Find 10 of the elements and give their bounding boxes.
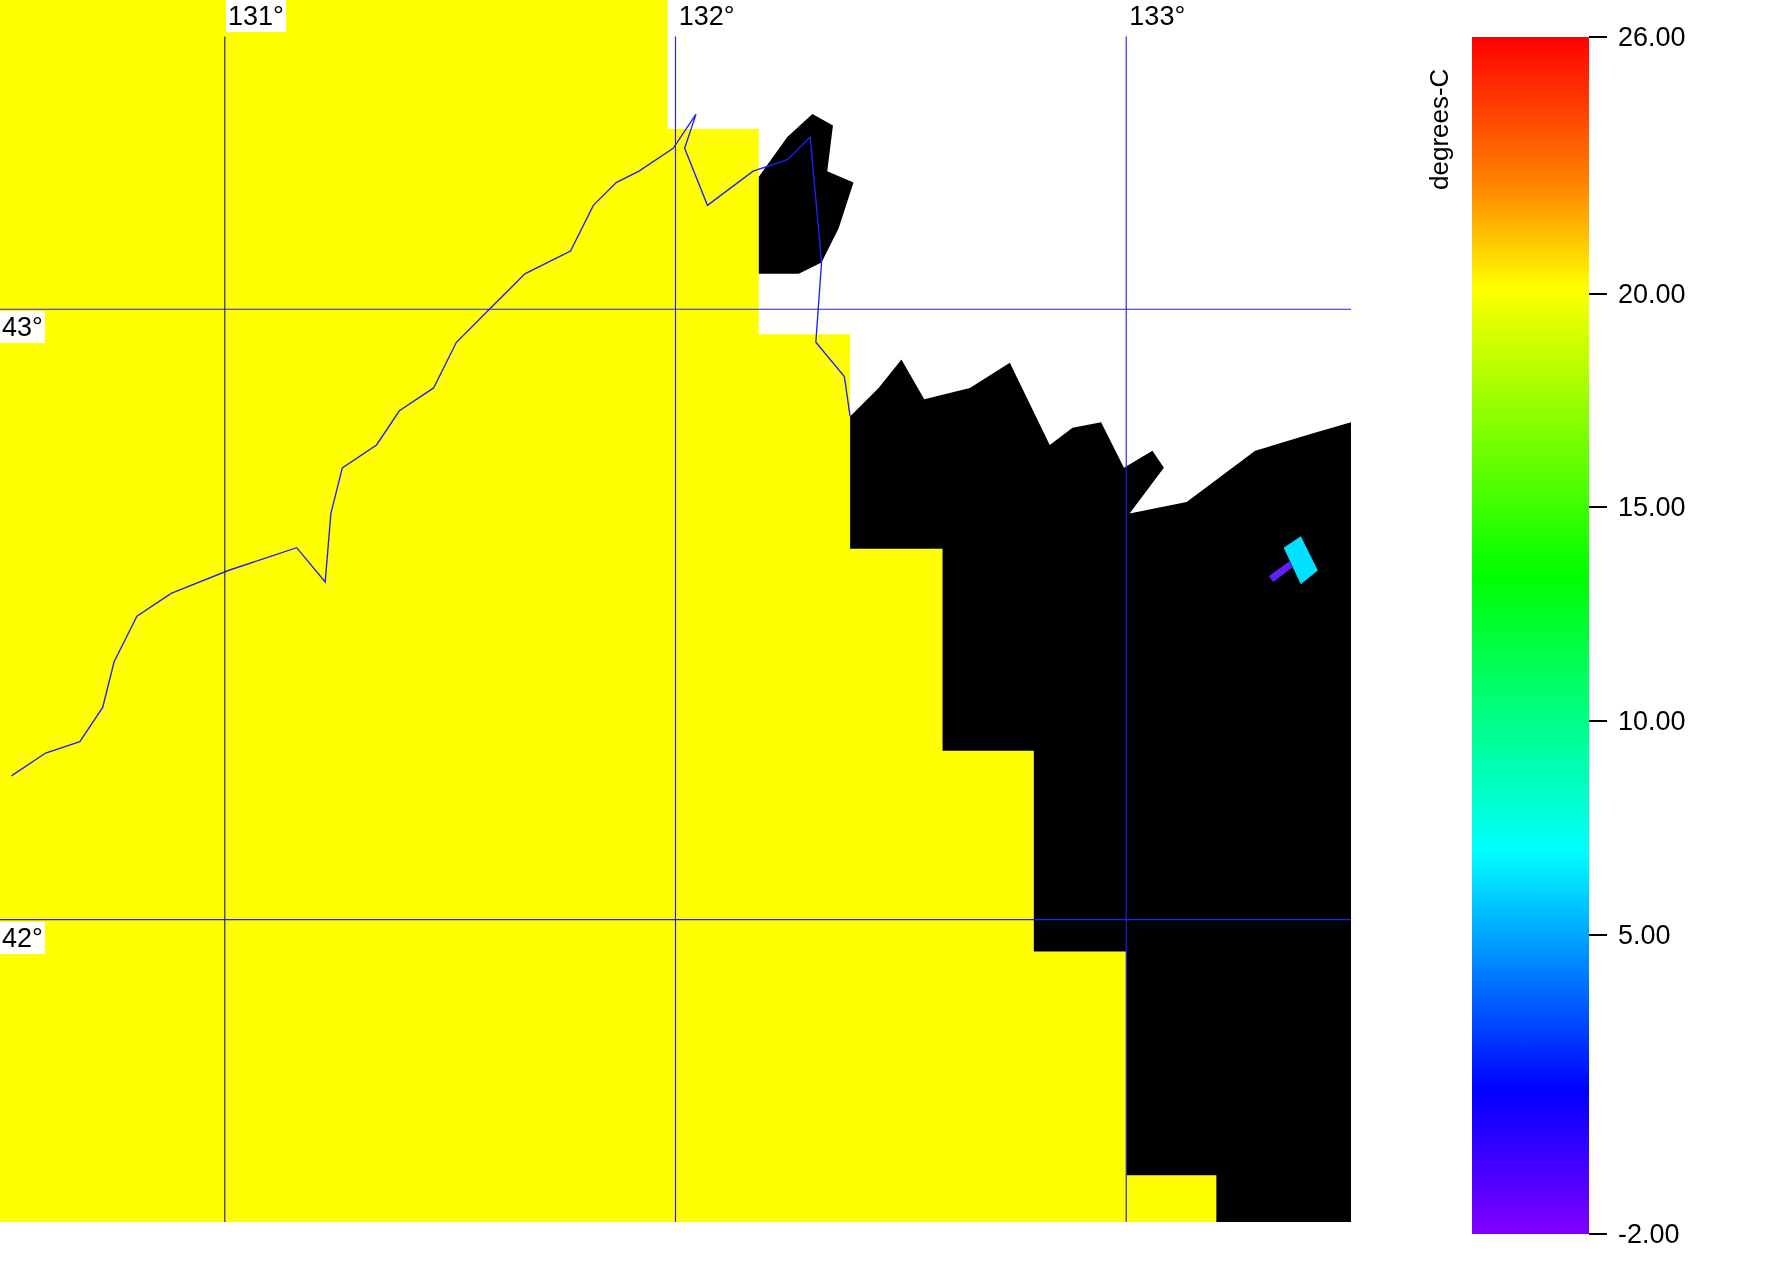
colorbar-tick-label: 20.00 (1618, 278, 1686, 309)
colorbar-tick-label: 15.00 (1618, 492, 1686, 523)
latitude-label: 42° (0, 921, 45, 954)
colorbar-tick-label: -2.00 (1618, 1219, 1680, 1249)
unit-label: degrees-C (1424, 68, 1455, 190)
colorbar-tick-label: 26.00 (1618, 22, 1686, 52)
latitude-label: 43° (0, 311, 45, 344)
colorbar-tick-label: 10.00 (1618, 706, 1686, 736)
longitude-label: 131° (225, 0, 286, 32)
colorbar-tick-label: 5.00 (1618, 919, 1671, 950)
